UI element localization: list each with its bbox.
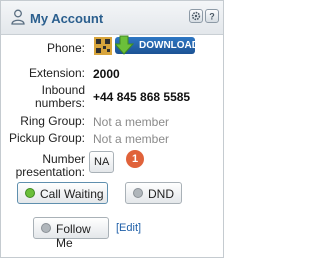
call-waiting-status-dot — [26, 189, 34, 197]
phone-label: Phone: — [46, 41, 85, 55]
presentation-value: NA — [94, 156, 110, 168]
call-waiting-label: Call Waiting — [40, 187, 104, 201]
follow-me-status-dot — [42, 224, 50, 232]
number-presentation-button[interactable]: NA — [89, 151, 114, 173]
qr-code-icon[interactable] — [93, 36, 113, 56]
download-label: DOWNLOAD — [139, 40, 199, 51]
my-account-panel: My Account ? Phone: DOWNLOAD Extension: … — [0, 0, 224, 258]
pickup-group-value: Not a member — [93, 132, 170, 146]
panel-title: My Account — [30, 11, 104, 26]
dnd-status-dot — [134, 189, 142, 197]
notification-badge: 1 — [126, 150, 144, 168]
settings-button[interactable] — [189, 9, 203, 23]
panel-header: My Account ? — [1, 1, 223, 35]
help-button[interactable]: ? — [205, 9, 219, 23]
download-icon — [115, 35, 135, 55]
svg-text:?: ? — [209, 12, 215, 22]
ring-group-label: Ring Group: — [20, 114, 85, 128]
pickup-group-label: Pickup Group: — [8, 131, 85, 145]
ring-group-value: Not a member — [93, 115, 170, 129]
download-button[interactable]: DOWNLOAD — [115, 35, 199, 55]
user-icon — [11, 9, 25, 25]
dnd-button[interactable]: DND — [125, 182, 182, 204]
extension-value: 2000 — [93, 67, 120, 81]
call-waiting-button[interactable]: Call Waiting — [17, 182, 108, 204]
inbound-value: +44 845 868 5585 — [93, 90, 191, 104]
gear-icon — [191, 11, 201, 21]
inbound-label-line2: numbers: — [34, 96, 85, 110]
extension-label: Extension: — [28, 66, 85, 80]
help-icon: ? — [209, 12, 215, 22]
follow-me-button[interactable]: Follow Me — [33, 217, 109, 250]
follow-me-label: Follow Me — [56, 222, 91, 250]
dnd-label: DND — [148, 187, 174, 201]
edit-link[interactable]: [Edit] — [116, 222, 141, 234]
presentation-label-line2: presentation: — [15, 165, 85, 179]
